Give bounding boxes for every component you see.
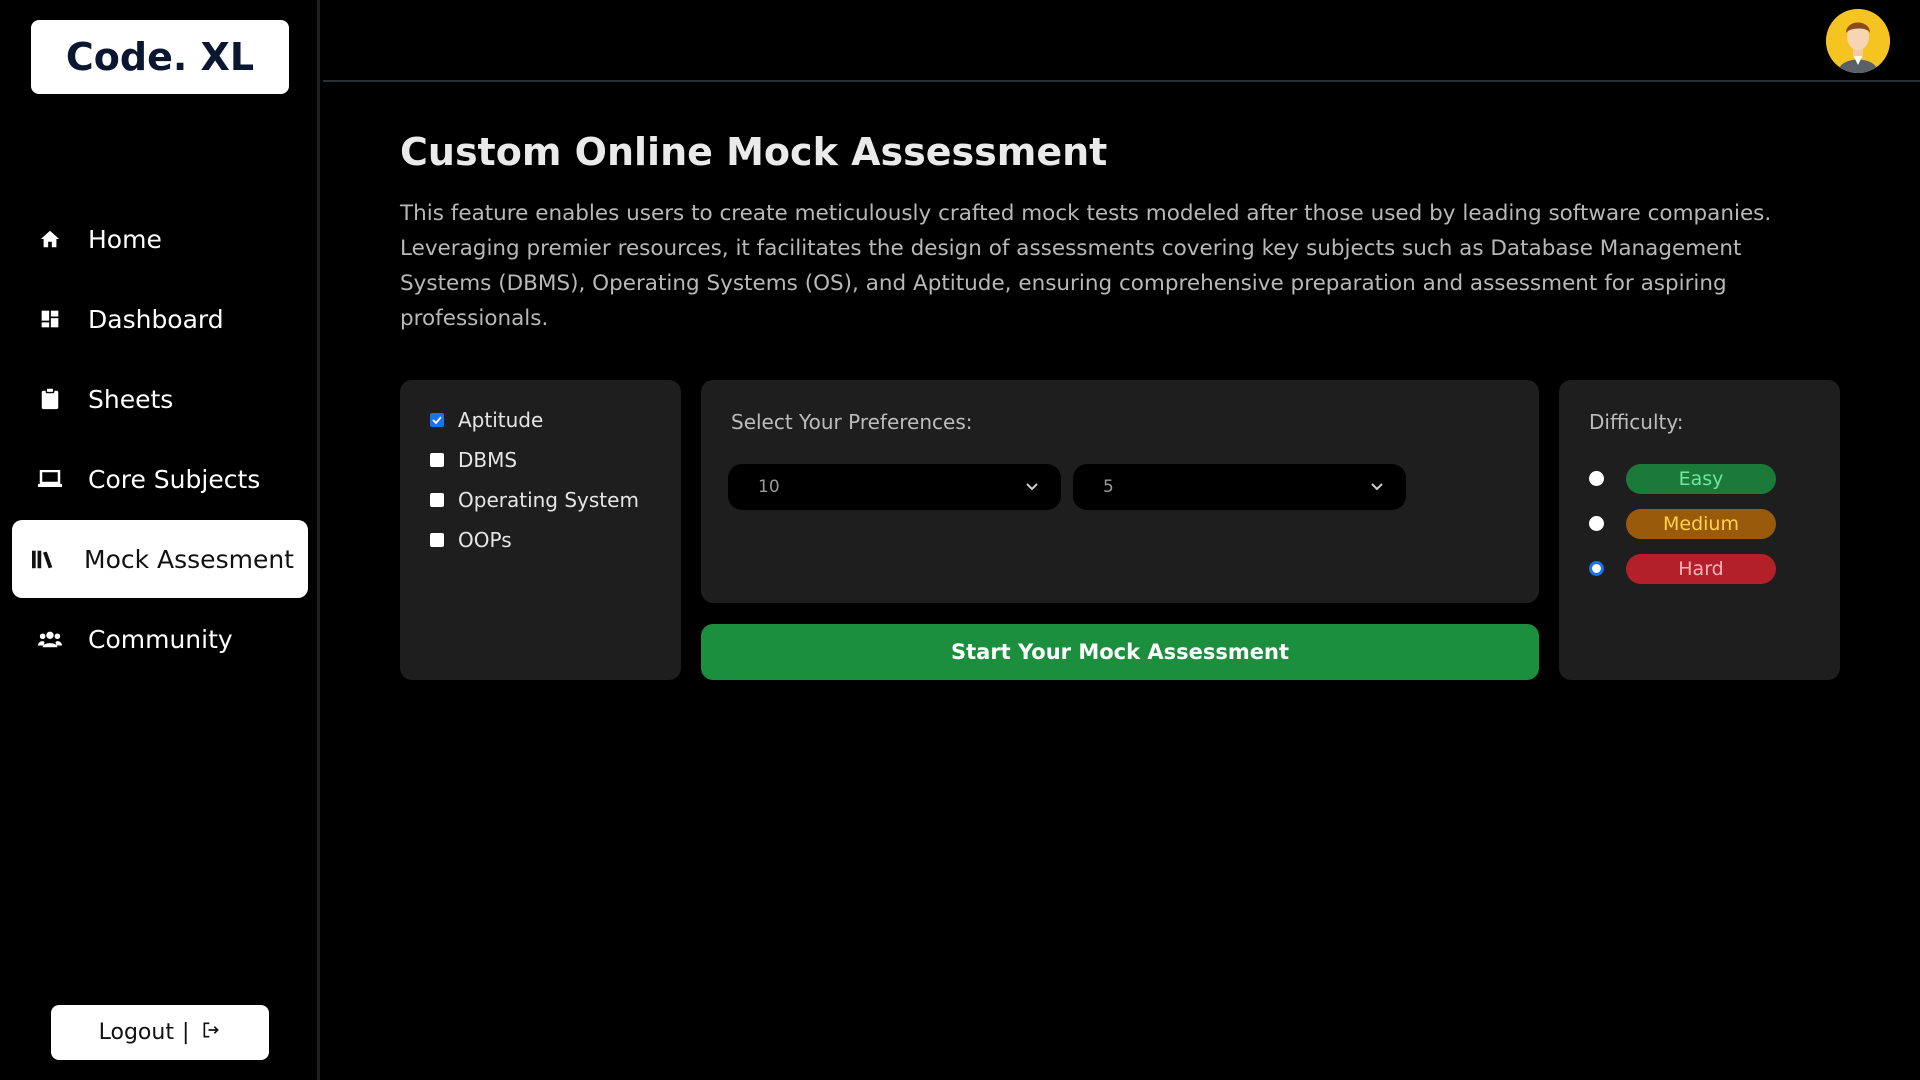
users-icon [38, 627, 62, 651]
sidebar-item-label: Dashboard [88, 304, 224, 334]
radio-easy[interactable] [1589, 471, 1604, 486]
sidebar-item-label: Mock Assesment [84, 544, 294, 574]
subject-option-dbms[interactable]: DBMS [430, 440, 651, 480]
main-content: Custom Online Mock Assessment This featu… [400, 130, 1840, 336]
app-root: Code. XL Home Dashboard Sheets Core Subj… [0, 0, 1920, 1080]
logout-separator: | [181, 1020, 190, 1045]
start-mock-assessment-button[interactable]: Start Your Mock Assessment [701, 624, 1539, 680]
preferences-selects: 10 5 [728, 464, 1509, 510]
sidebar-item-label: Core Subjects [88, 464, 261, 494]
select-value: 10 [758, 477, 780, 497]
page-description: This feature enables users to create met… [400, 201, 1772, 331]
sidebar-item-community[interactable]: Community [12, 600, 308, 678]
logout-icon [201, 1020, 221, 1046]
chevron-down-icon [1025, 477, 1039, 497]
subject-label: Aptitude [458, 408, 544, 432]
sidebar-item-mock-assesment[interactable]: Mock Assesment [12, 520, 308, 598]
subject-option-operating-system[interactable]: Operating System [430, 480, 651, 520]
logout-label: Logout [98, 1020, 174, 1045]
page-title: Custom Online Mock Assessment [400, 130, 1108, 174]
laptop-icon [38, 467, 62, 491]
top-bar [323, 0, 1920, 82]
assessment-config: Aptitude DBMS Operating System OOPs Sele… [400, 380, 1840, 680]
subject-label: DBMS [458, 448, 518, 472]
clipboard-icon [38, 387, 62, 411]
preference-select-2[interactable]: 5 [1073, 464, 1406, 510]
brand-logo[interactable]: Code. XL [31, 20, 289, 94]
difficulty-label: Difficulty: [1589, 410, 1684, 434]
sidebar-item-label: Community [88, 624, 233, 654]
subject-label: OOPs [458, 528, 512, 552]
difficulty-option-easy[interactable]: Easy [1589, 456, 1810, 501]
subject-option-aptitude[interactable]: Aptitude [430, 400, 651, 440]
sidebar-item-label: Home [88, 224, 162, 254]
sidebar-item-core-subjects[interactable]: Core Subjects [12, 440, 308, 518]
difficulty-panel: Difficulty: Easy Medium Hard [1559, 380, 1840, 680]
sidebar-item-dashboard[interactable]: Dashboard [12, 280, 308, 358]
difficulty-option-hard[interactable]: Hard [1589, 546, 1810, 591]
books-icon [32, 547, 56, 571]
user-avatar-icon[interactable] [1826, 9, 1890, 73]
difficulty-badge-hard[interactable]: Hard [1626, 553, 1776, 584]
home-icon [38, 227, 62, 251]
difficulty-badge-easy[interactable]: Easy [1626, 463, 1776, 494]
subjects-panel: Aptitude DBMS Operating System OOPs [400, 380, 681, 680]
checkbox-aptitude[interactable] [430, 413, 444, 427]
checkbox-dbms[interactable] [430, 453, 444, 467]
sidebar-item-home[interactable]: Home [12, 200, 308, 278]
difficulty-option-medium[interactable]: Medium [1589, 501, 1810, 546]
sidebar-item-label: Sheets [88, 384, 174, 414]
radio-hard[interactable] [1589, 561, 1604, 576]
sidebar: Code. XL Home Dashboard Sheets Core Subj… [0, 0, 320, 1080]
checkbox-operating-system[interactable] [430, 493, 444, 507]
subject-label: Operating System [458, 488, 639, 512]
preference-select-1[interactable]: 10 [728, 464, 1061, 510]
difficulty-badge-medium[interactable]: Medium [1626, 508, 1776, 539]
dashboard-icon [38, 307, 62, 331]
radio-medium[interactable] [1589, 516, 1604, 531]
sidebar-item-sheets[interactable]: Sheets [12, 360, 308, 438]
subject-option-oops[interactable]: OOPs [430, 520, 651, 560]
sidebar-nav: Home Dashboard Sheets Core Subjects Mock… [12, 200, 308, 680]
logout-button[interactable]: Logout | [51, 1005, 269, 1060]
chevron-down-icon [1370, 477, 1384, 497]
checkbox-oops[interactable] [430, 533, 444, 547]
select-value: 5 [1103, 477, 1114, 497]
preferences-panel: Select Your Preferences: 10 5 [701, 380, 1539, 603]
preferences-label: Select Your Preferences: [731, 410, 973, 434]
